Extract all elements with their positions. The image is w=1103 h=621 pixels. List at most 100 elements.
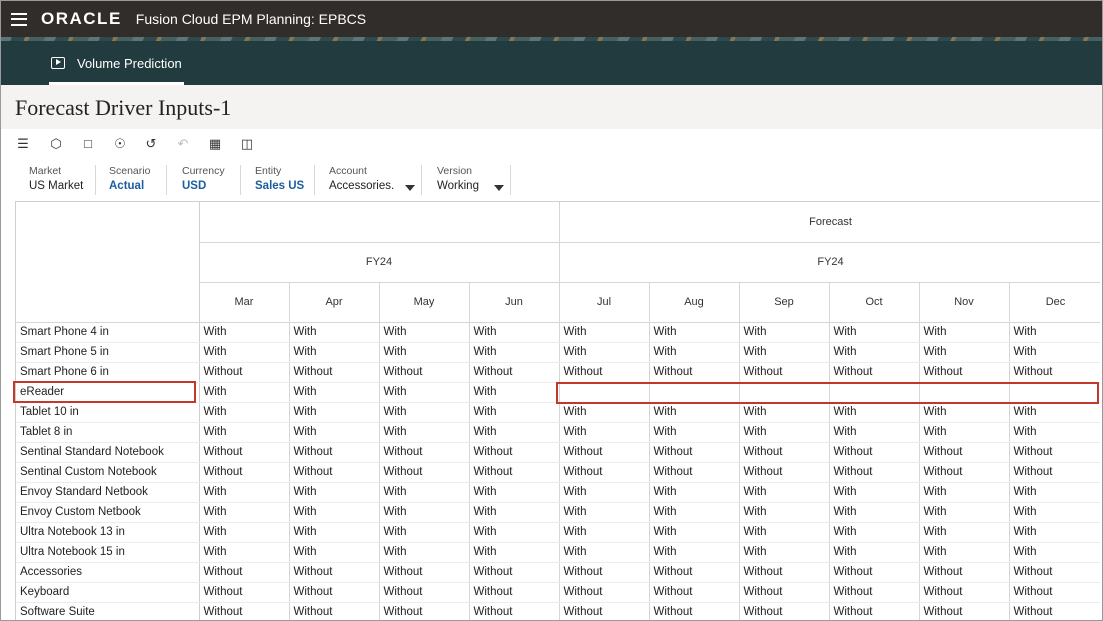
data-cell[interactable]: Without [649, 362, 740, 383]
data-cell[interactable]: With [1009, 542, 1100, 563]
data-cell[interactable]: With [649, 422, 740, 443]
data-cell[interactable]: Without [379, 462, 470, 483]
data-cell[interactable]: With [199, 542, 290, 563]
data-cell[interactable]: Without [829, 462, 920, 483]
tab-volume-prediction[interactable]: Volume Prediction [41, 41, 192, 85]
data-cell[interactable]: With [919, 522, 1010, 543]
data-cell[interactable]: With [379, 342, 470, 363]
data-cell[interactable]: With [829, 322, 920, 343]
data-cell[interactable]: With [559, 402, 650, 423]
data-cell[interactable]: With [289, 422, 380, 443]
data-cell[interactable]: With [739, 342, 830, 363]
data-cell[interactable]: With [739, 542, 830, 563]
data-cell[interactable] [1009, 382, 1100, 403]
data-cell[interactable]: With [829, 502, 920, 523]
data-cell[interactable]: Without [829, 562, 920, 583]
data-cell[interactable]: Without [199, 562, 290, 583]
pov-entity[interactable]: Entity Sales US [255, 165, 315, 195]
pov-market[interactable]: Market US Market [29, 165, 96, 195]
data-cell[interactable]: Without [739, 602, 830, 620]
data-cell[interactable]: With [829, 342, 920, 363]
data-cell[interactable]: With [379, 382, 470, 403]
data-cell[interactable]: Without [559, 442, 650, 463]
data-cell[interactable]: Without [289, 582, 380, 603]
data-cell[interactable]: With [469, 342, 560, 363]
data-cell[interactable]: Without [829, 442, 920, 463]
data-cell[interactable]: With [739, 322, 830, 343]
data-cell[interactable]: With [919, 322, 1010, 343]
data-cell[interactable]: With [379, 502, 470, 523]
data-cell[interactable]: Without [289, 602, 380, 620]
panel-icon[interactable]: ◫ [239, 136, 255, 152]
hamburger-menu-icon[interactable] [11, 12, 27, 26]
data-cell[interactable]: Without [469, 442, 560, 463]
data-cell[interactable]: With [199, 502, 290, 523]
data-cell[interactable]: With [469, 482, 560, 503]
data-cell[interactable] [919, 382, 1010, 403]
undo-icon[interactable]: ↶ [175, 136, 191, 152]
data-cell[interactable]: With [829, 422, 920, 443]
data-cell[interactable]: With [289, 342, 380, 363]
data-cell[interactable]: With [379, 482, 470, 503]
data-cell[interactable]: With [919, 482, 1010, 503]
data-cell[interactable]: Without [379, 442, 470, 463]
data-cell[interactable]: Without [559, 362, 650, 383]
data-cell[interactable]: Without [469, 602, 560, 620]
comment-icon[interactable]: □ [80, 136, 96, 152]
data-cell[interactable]: Without [739, 442, 830, 463]
data-cell[interactable]: With [919, 402, 1010, 423]
pov-account[interactable]: Account Accessories. [329, 165, 422, 195]
data-cell[interactable]: With [289, 482, 380, 503]
data-cell[interactable]: Without [739, 582, 830, 603]
data-cell[interactable] [649, 382, 740, 403]
data-cell[interactable]: With [469, 542, 560, 563]
data-cell[interactable]: With [559, 502, 650, 523]
pov-currency-value[interactable]: USD [182, 180, 240, 192]
data-cell[interactable]: Without [919, 582, 1010, 603]
data-cell[interactable]: With [559, 422, 650, 443]
data-cell[interactable]: Without [829, 362, 920, 383]
data-cell[interactable]: With [559, 322, 650, 343]
data-cell[interactable]: With [379, 522, 470, 543]
data-cell[interactable]: With [559, 482, 650, 503]
pov-entity-value[interactable]: Sales US [255, 180, 314, 192]
data-cell[interactable]: With [559, 522, 650, 543]
data-cell[interactable]: With [919, 422, 1010, 443]
data-cell[interactable]: With [649, 522, 740, 543]
data-cell[interactable] [739, 382, 830, 403]
data-cell[interactable]: Without [199, 442, 290, 463]
data-cell[interactable]: Without [289, 362, 380, 383]
data-cell[interactable]: With [829, 402, 920, 423]
pov-version[interactable]: Version Working [437, 165, 511, 195]
data-cell[interactable]: With [199, 402, 290, 423]
data-cell[interactable]: Without [919, 362, 1010, 383]
data-cell[interactable]: With [289, 402, 380, 423]
data-cell[interactable]: Without [649, 442, 740, 463]
data-cell[interactable]: With [469, 322, 560, 343]
data-cell[interactable]: With [469, 522, 560, 543]
data-cell[interactable]: With [649, 482, 740, 503]
data-cell[interactable]: With [1009, 522, 1100, 543]
data-cell[interactable]: Without [649, 562, 740, 583]
data-cell[interactable]: Without [379, 362, 470, 383]
data-cell[interactable]: With [1009, 422, 1100, 443]
data-cell[interactable]: Without [289, 562, 380, 583]
data-cell[interactable]: With [379, 402, 470, 423]
data-cell[interactable]: With [199, 382, 290, 403]
data-cell[interactable]: With [739, 502, 830, 523]
cube-icon[interactable]: ⬡ [48, 136, 64, 152]
data-cell[interactable]: With [919, 542, 1010, 563]
data-cell[interactable]: Without [1009, 562, 1100, 583]
history-icon[interactable]: ↺ [143, 136, 159, 152]
data-cell[interactable]: With [289, 322, 380, 343]
data-cell[interactable]: With [559, 342, 650, 363]
data-cell[interactable]: Without [739, 462, 830, 483]
data-cell[interactable]: Without [559, 562, 650, 583]
data-cell[interactable]: Without [379, 582, 470, 603]
data-cell[interactable]: With [739, 402, 830, 423]
data-cell[interactable]: Without [829, 602, 920, 620]
data-cell[interactable] [829, 382, 920, 403]
data-cell[interactable]: Without [559, 602, 650, 620]
sliders-icon[interactable]: ☰ [15, 136, 31, 152]
data-cell[interactable]: Without [469, 562, 560, 583]
